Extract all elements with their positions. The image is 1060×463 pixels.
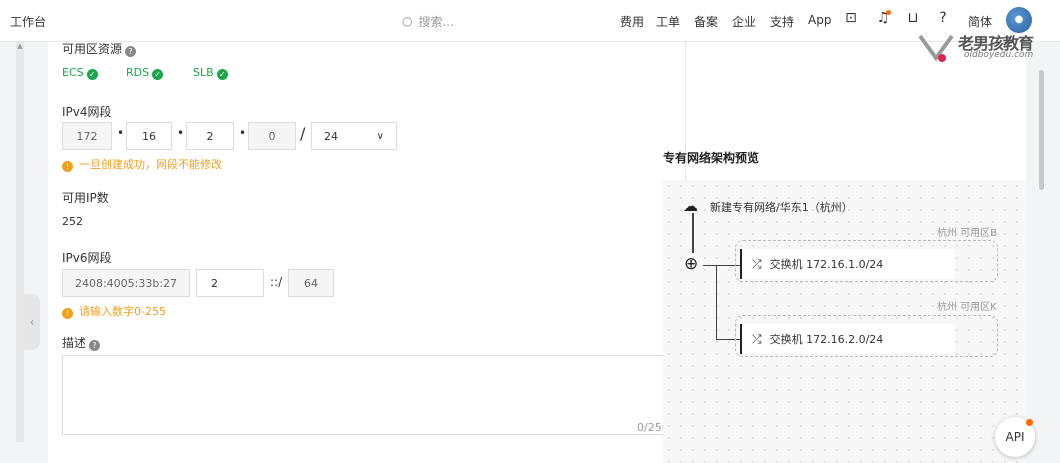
vswitch-2[interactable]: ⤮ 交换机 172.16.2.0/24 [740,324,955,354]
connector-line [716,265,717,340]
search-icon: ○ [402,14,413,28]
nav-icp[interactable]: 备案 [694,13,718,30]
switch-icon: ⤮ [752,256,762,271]
scroll-up-icon[interactable]: ▲ [16,42,24,52]
router-icon: ⊕ [684,254,699,274]
nav-app[interactable]: App [808,13,831,27]
search-box[interactable]: ○ 搜索... [390,8,600,34]
ipv4-octet-4: 0 [248,122,296,150]
ipv4-octet-1: 172 [62,122,112,150]
check-icon: ✓ [216,69,228,80]
ipv4-slash: / [300,124,306,143]
ipv4-dot: • [177,126,185,140]
cloud-icon: ☁ [683,197,698,215]
ipv6-prefix: 2408:4005:33b:27 [62,269,190,297]
nav-support[interactable]: 支持 [770,13,794,30]
watermark-subtext: oldboyedu.com [964,50,1034,60]
collapse-handle[interactable]: ‹ [24,294,40,350]
check-icon: ✓ [152,69,164,80]
connector-line [692,213,694,253]
zone-label-b: 杭州 可用区B [937,228,998,239]
right-scrollbar[interactable] [1039,70,1044,190]
ipv4-dot: • [117,126,125,140]
ipv6-part-input[interactable]: 2 [196,269,264,297]
ipv4-octet-3[interactable]: 2 [186,122,234,150]
nav-enterprise[interactable]: 企业 [732,13,756,30]
terminal-icon[interactable]: ⊡ [842,10,860,28]
description-textarea[interactable] [62,355,670,435]
service-rds: RDS ✓ [126,66,164,80]
left-gutter [0,42,48,463]
help-icon[interactable]: ? [89,340,101,351]
ipv6-label: IPv6网段 [62,251,112,265]
available-ip-value: 252 [62,215,83,228]
chevron-down-icon: ∨ [376,130,384,142]
help-icon[interactable]: ? [934,10,952,28]
available-ip-label: 可用IP数 [62,191,109,205]
api-badge-dot [1026,419,1033,426]
vswitch-1[interactable]: ⤮ 交换机 172.16.1.0/24 [740,249,955,279]
zone-resource-label: 可用区资源? [62,42,137,57]
ipv6-warning: ! 请输入数字0-255 [62,303,166,319]
cart-icon[interactable]: ⊔ [904,10,922,28]
zone-label-k: 杭州 可用区K [937,302,997,313]
vpc-form: 可用区资源? ECS ✓ RDS ✓ SLB ✓ IPv4网段 172 • 16 • … [48,42,686,463]
ipv4-dot: • [239,126,247,140]
ipv6-mask: 64 [288,269,334,297]
watermark-logo [918,34,954,62]
ipv4-mask-select[interactable]: 24 ∨ [311,122,397,150]
service-ecs: ECS ✓ [62,66,98,80]
ipv4-warning: ! 一旦创建成功，网段不能修改 [62,156,222,172]
help-icon[interactable]: ? [125,46,137,57]
service-slb: SLB ✓ [193,66,228,80]
warning-icon: ! [62,308,73,319]
nav-fees[interactable]: 费用 [620,13,644,30]
nav-tickets[interactable]: 工单 [656,13,680,30]
switch-icon: ⤮ [752,331,762,346]
preview-title: 专有网络架构预览 [663,151,760,165]
vswitch-1-label: 交换机 172.16.1.0/24 [769,258,884,271]
ipv4-mask-value: 24 [324,129,338,143]
check-icon: ✓ [86,69,98,80]
warning-icon: ! [62,161,73,172]
workbench-link[interactable]: 工作台 [10,13,46,30]
notification-dot [886,10,891,15]
language-switch[interactable]: 简体 [968,13,992,30]
ipv4-octet-2[interactable]: 16 [126,122,172,150]
search-placeholder: 搜索... [418,14,454,29]
left-scrollbar[interactable] [16,42,24,442]
description-label: 描述? [62,334,101,351]
vswitch-2-label: 交换机 172.16.2.0/24 [769,333,884,346]
ipv4-label: IPv4网段 [62,105,112,119]
vpc-name: 新建专有网络/华东1（杭州） [710,201,853,214]
ipv6-separator: ::/ [270,275,283,289]
top-bar: 工作台 ○ 搜索... 费用 工单 备案 企业 支持 App ⊡ ♫ ⊔ ? 简… [0,0,1060,42]
